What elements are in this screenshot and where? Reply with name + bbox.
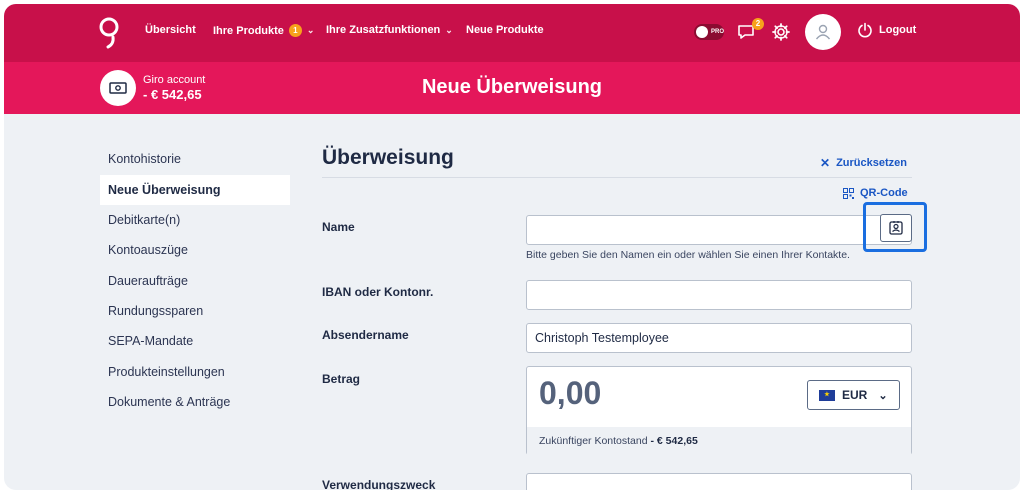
user-icon bbox=[815, 24, 831, 40]
name-label: Name bbox=[322, 220, 355, 234]
reset-label: Zurücksetzen bbox=[836, 157, 907, 169]
title-divider bbox=[322, 177, 912, 178]
nav-item-zusatzfunktionen[interactable]: Ihre Zusatzfunktionen ⌄ bbox=[326, 24, 453, 36]
sidebar-item-dauerauftraege[interactable]: Daueraufträge bbox=[100, 266, 290, 296]
contact-picker-button[interactable] bbox=[880, 214, 912, 242]
future-balance: Zukünftiger Kontostand - € 542,65 bbox=[527, 427, 911, 455]
iban-input[interactable] bbox=[526, 280, 912, 310]
gear-icon[interactable] bbox=[771, 22, 791, 42]
purpose-input[interactable] bbox=[526, 473, 912, 490]
sidebar-item-produkteinstellungen[interactable]: Produkteinstellungen bbox=[100, 357, 290, 387]
form-title: Überweisung bbox=[322, 146, 454, 169]
page-title: Neue Überweisung bbox=[421, 76, 603, 98]
chevron-down-icon: ⌄ bbox=[878, 389, 888, 402]
account-header: Giro account - € 542,65 Neue Überweisung bbox=[4, 62, 1020, 114]
main-content: Kontohistorie Neue Überweisung Debitkart… bbox=[4, 114, 1020, 490]
reset-button[interactable]: ✕ Zurücksetzen bbox=[820, 156, 907, 170]
nav-item-uebersicht[interactable]: Übersicht bbox=[145, 24, 196, 36]
pro-label: PRO bbox=[710, 29, 724, 35]
sidebar-item-dokumente[interactable]: Dokumente & Anträge bbox=[100, 387, 290, 417]
power-icon bbox=[858, 22, 872, 38]
amount-box: 0,00 ★ EUR ⌄ Zukünftiger Kontostand - € … bbox=[526, 366, 912, 455]
user-avatar[interactable] bbox=[805, 14, 841, 50]
currency-label: EUR bbox=[842, 388, 868, 402]
toggle-knob bbox=[696, 26, 708, 38]
top-navigation: Übersicht Ihre Produkte 1 ⌄ Ihre Zusatzf… bbox=[4, 4, 1020, 62]
sidebar-item-rundungssparen[interactable]: Rundungssparen bbox=[100, 296, 290, 326]
nav-item-neue-produkte[interactable]: Neue Produkte bbox=[466, 24, 544, 36]
sender-label: Absendername bbox=[322, 328, 409, 342]
sender-name-input[interactable] bbox=[526, 323, 912, 353]
sidebar-item-sepa-mandate[interactable]: SEPA-Mandate bbox=[100, 326, 290, 356]
qr-code-button[interactable]: QR-Code bbox=[843, 187, 908, 199]
iban-label: IBAN oder Kontonr. bbox=[322, 285, 434, 299]
count-badge: 1 bbox=[288, 24, 302, 37]
logout-button[interactable]: Logout bbox=[857, 22, 916, 38]
chevron-down-icon: ⌄ bbox=[306, 25, 315, 35]
future-balance-label: Zukünftiger Kontostand bbox=[539, 435, 648, 447]
name-input[interactable] bbox=[526, 215, 912, 245]
sidebar-item-debitkarten[interactable]: Debitkarte(n) bbox=[100, 205, 290, 235]
close-icon: ✕ bbox=[820, 156, 831, 170]
sidebar-item-neue-ueberweisung[interactable]: Neue Überweisung bbox=[100, 175, 290, 205]
sidebar-item-kontohistorie[interactable]: Kontohistorie bbox=[100, 144, 290, 174]
contact-card-icon bbox=[889, 221, 903, 235]
nav-item-ihre-produkte[interactable]: Ihre Produkte 1 ⌄ bbox=[213, 24, 314, 37]
logout-label: Logout bbox=[879, 24, 917, 36]
eu-flag-icon: ★ bbox=[819, 389, 835, 401]
sidebar-item-kontoauszuege[interactable]: Kontoauszüge bbox=[100, 235, 290, 265]
future-balance-value: - € 542,65 bbox=[650, 435, 698, 447]
nav-item-label: Ihre Zusatzfunktionen bbox=[326, 24, 441, 36]
amount-input[interactable]: 0,00 bbox=[539, 375, 601, 412]
pro-toggle[interactable]: PRO bbox=[694, 24, 724, 40]
brand-logo-icon[interactable] bbox=[98, 16, 120, 50]
qr-code-icon bbox=[843, 187, 854, 199]
purpose-label: Verwendungszweck bbox=[322, 478, 436, 490]
nav-item-label: Ihre Produkte bbox=[213, 24, 284, 37]
nav-item-label: Neue Produkte bbox=[466, 24, 544, 36]
currency-select[interactable]: ★ EUR ⌄ bbox=[807, 380, 900, 410]
chat-count-badge: 2 bbox=[752, 18, 764, 30]
nav-item-label: Übersicht bbox=[145, 24, 196, 36]
chevron-down-icon: ⌄ bbox=[445, 24, 453, 35]
name-hint: Bitte geben Sie den Namen ein oder wähle… bbox=[526, 249, 850, 261]
app-frame: Übersicht Ihre Produkte 1 ⌄ Ihre Zusatzf… bbox=[4, 4, 1020, 490]
amount-label: Betrag bbox=[322, 372, 361, 386]
qr-code-label: QR-Code bbox=[860, 187, 908, 199]
